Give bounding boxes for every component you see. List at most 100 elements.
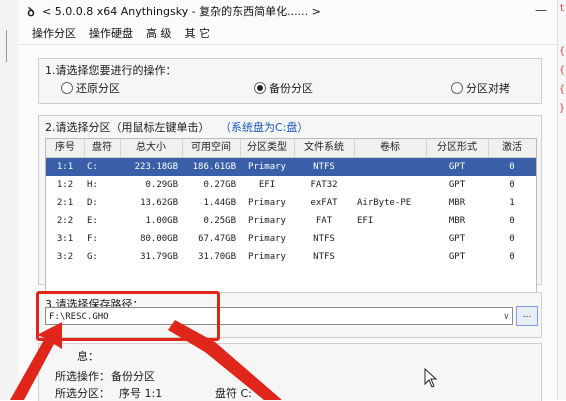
left-edge-strip <box>0 0 19 400</box>
table-cell: FAT32 <box>310 180 338 190</box>
radio-dot[interactable] <box>451 82 463 94</box>
col-form[interactable]: 分区形式 <box>426 139 489 157</box>
radio-label: 备份分区 <box>269 82 313 95</box>
table-row[interactable]: 3:1 F: 80.00GB 67.47GB Primary NTFS GPT 0 <box>46 230 536 248</box>
table-cell <box>354 230 429 248</box>
chevron-down-icon[interactable]: ∨ <box>504 308 509 326</box>
table-row[interactable]: 1:2 H: 0.29GB 0.27GB EFI FAT32 GPT 0 <box>46 176 536 194</box>
radio-backup[interactable]: 备份分区 <box>254 80 313 96</box>
table-cell <box>354 158 429 176</box>
col-active[interactable]: 激活 <box>488 139 536 157</box>
table-cell: GPT <box>448 234 466 244</box>
menu-item-partition[interactable]: 操作分区 <box>32 25 76 41</box>
table-cell: exFAT <box>310 198 338 208</box>
mouse-cursor-icon <box>424 368 438 388</box>
partition-summary-drive: 盘符 C: <box>215 387 252 400</box>
table-header: 序号 盘符 总大小 可用空间 分区类型 文件系统 卷标 分区形式 激活 <box>46 139 536 158</box>
operation-summary-value: 备份分区 <box>111 370 155 383</box>
side-mark: t <box>559 3 566 14</box>
operation-label: 1.请选择您要进行的操作： <box>45 64 177 77</box>
partition-summary-no: 序号 1:1 <box>119 387 163 400</box>
browse-button[interactable]: ... <box>516 306 538 326</box>
menu-bar: 操作分区 操作硬盘 高 级 其 它 <box>18 22 557 45</box>
table-cell: 0.29GB <box>145 180 178 190</box>
radio-label: 分区对拷 <box>466 82 510 95</box>
partition-table[interactable]: 序号 盘符 总大小 可用空间 分区类型 文件系统 卷标 分区形式 激活 1:1 C… <box>45 138 537 300</box>
radio-restore[interactable]: 还原分区 <box>61 80 120 96</box>
menu-item-disk[interactable]: 操作硬盘 <box>89 25 133 41</box>
table-row[interactable]: 3:2 G: 31.79GB 31.70GB Primary NTFS GPT 0 <box>46 248 536 266</box>
col-fs[interactable]: 文件系统 <box>294 139 355 157</box>
table-cell: D: <box>87 198 98 208</box>
partition-summary-label: 所选分区： <box>55 387 110 400</box>
menu-item-other[interactable]: 其 它 <box>185 25 211 41</box>
table-cell: NTFS <box>313 234 335 244</box>
window-title: < 5.0.0.8 x64 Anythingsky - 复杂的东西简单化....… <box>42 5 321 18</box>
table-cell: 31.70GB <box>198 252 236 262</box>
table-cell: Primary <box>248 252 286 262</box>
table-cell: 80.00GB <box>140 234 178 244</box>
summary-group: 息： 所选操作： 备份分区 所选分区： 序号 1:1 盘符 C: <box>38 343 542 401</box>
table-cell: 1:1 <box>56 162 74 172</box>
partition-group: 2.请选择分区（用鼠标左键单击） （系统盘为C:盘） 序号 盘符 总大小 可用空间… <box>38 115 542 300</box>
col-type[interactable]: 分区类型 <box>240 139 295 157</box>
table-row[interactable]: 2:2 E: 1.00GB 0.25GB Primary FAT EFI MBR 0 <box>46 212 536 230</box>
side-mark: { <box>559 84 566 95</box>
table-cell: F: <box>87 234 98 244</box>
menu-item-advanced[interactable]: 高 级 <box>146 25 172 41</box>
table-cell: 1.44GB <box>203 198 236 208</box>
side-mark: } <box>559 103 566 114</box>
radio-dot[interactable] <box>61 82 73 94</box>
radio-copy[interactable]: 分区对拷 <box>451 80 510 96</box>
table-cell: C: <box>87 162 98 172</box>
table-cell: E: <box>87 216 98 226</box>
radio-dot-checked[interactable] <box>254 82 266 94</box>
table-cell: 0 <box>509 234 515 244</box>
minimize-button[interactable]: — <box>535 3 547 17</box>
table-cell: EFI <box>258 180 276 190</box>
table-cell: GPT <box>448 162 466 172</box>
table-cell: MBR <box>448 216 466 226</box>
table-cell: 3:1 <box>56 234 74 244</box>
table-cell: 0 <box>509 252 515 262</box>
table-cell: GPT <box>448 180 466 190</box>
divider <box>6 30 7 62</box>
table-cell: 186.61GB <box>192 162 236 172</box>
title-bar: ꝺ < 5.0.0.8 x64 Anythingsky - 复杂的东西简单化..… <box>18 0 557 22</box>
table-cell: Primary <box>248 198 286 208</box>
radio-label: 还原分区 <box>76 82 120 95</box>
table-cell: 1 <box>509 198 515 208</box>
table-cell <box>354 248 429 266</box>
table-cell: 2:2 <box>56 216 74 226</box>
col-drive[interactable]: 盘符 <box>84 139 121 157</box>
partition-label-text: 2.请选择分区（用鼠标左键单击） <box>45 121 210 134</box>
table-cell: 0.25GB <box>203 216 236 226</box>
app-logo-icon: ꝺ <box>27 4 35 19</box>
col-free[interactable]: 可用空间 <box>182 139 241 157</box>
table-cell: AirByte-PE <box>357 198 412 208</box>
table-cell: 31.79GB <box>140 252 178 262</box>
table-cell: GPT <box>448 252 466 262</box>
table-row[interactable]: 1:1 C: 223.18GB 186.61GB Primary NTFS GPT 0 <box>46 158 536 176</box>
table-cell: Primary <box>248 162 286 172</box>
highlight-box <box>36 291 220 341</box>
system-note: （系统盘为C:盘） <box>225 121 309 134</box>
table-cell: 1:2 <box>56 180 74 190</box>
table-cell: 0.27GB <box>203 180 236 190</box>
table-row[interactable]: 2:1 D: 13.62GB 1.44GB Primary exFAT AirByte-PE… <box>46 194 536 212</box>
table-cell: H: <box>87 180 98 190</box>
col-total[interactable]: 总大小 <box>120 139 183 157</box>
col-no[interactable]: 序号 <box>46 139 85 157</box>
table-cell: EFI <box>357 216 374 226</box>
operation-summary-label: 所选操作： <box>55 370 110 383</box>
table-cell: 2:1 <box>56 198 74 208</box>
table-cell: Primary <box>248 216 286 226</box>
table-cell: 13.62GB <box>140 198 178 208</box>
table-cell: 0 <box>509 216 515 226</box>
table-cell: Primary <box>248 234 286 244</box>
col-label[interactable]: 卷标 <box>354 139 427 157</box>
table-cell: 0 <box>509 180 515 190</box>
table-cell: 1.00GB <box>145 216 178 226</box>
table-cell: NTFS <box>313 252 335 262</box>
table-cell: NTFS <box>313 162 335 172</box>
